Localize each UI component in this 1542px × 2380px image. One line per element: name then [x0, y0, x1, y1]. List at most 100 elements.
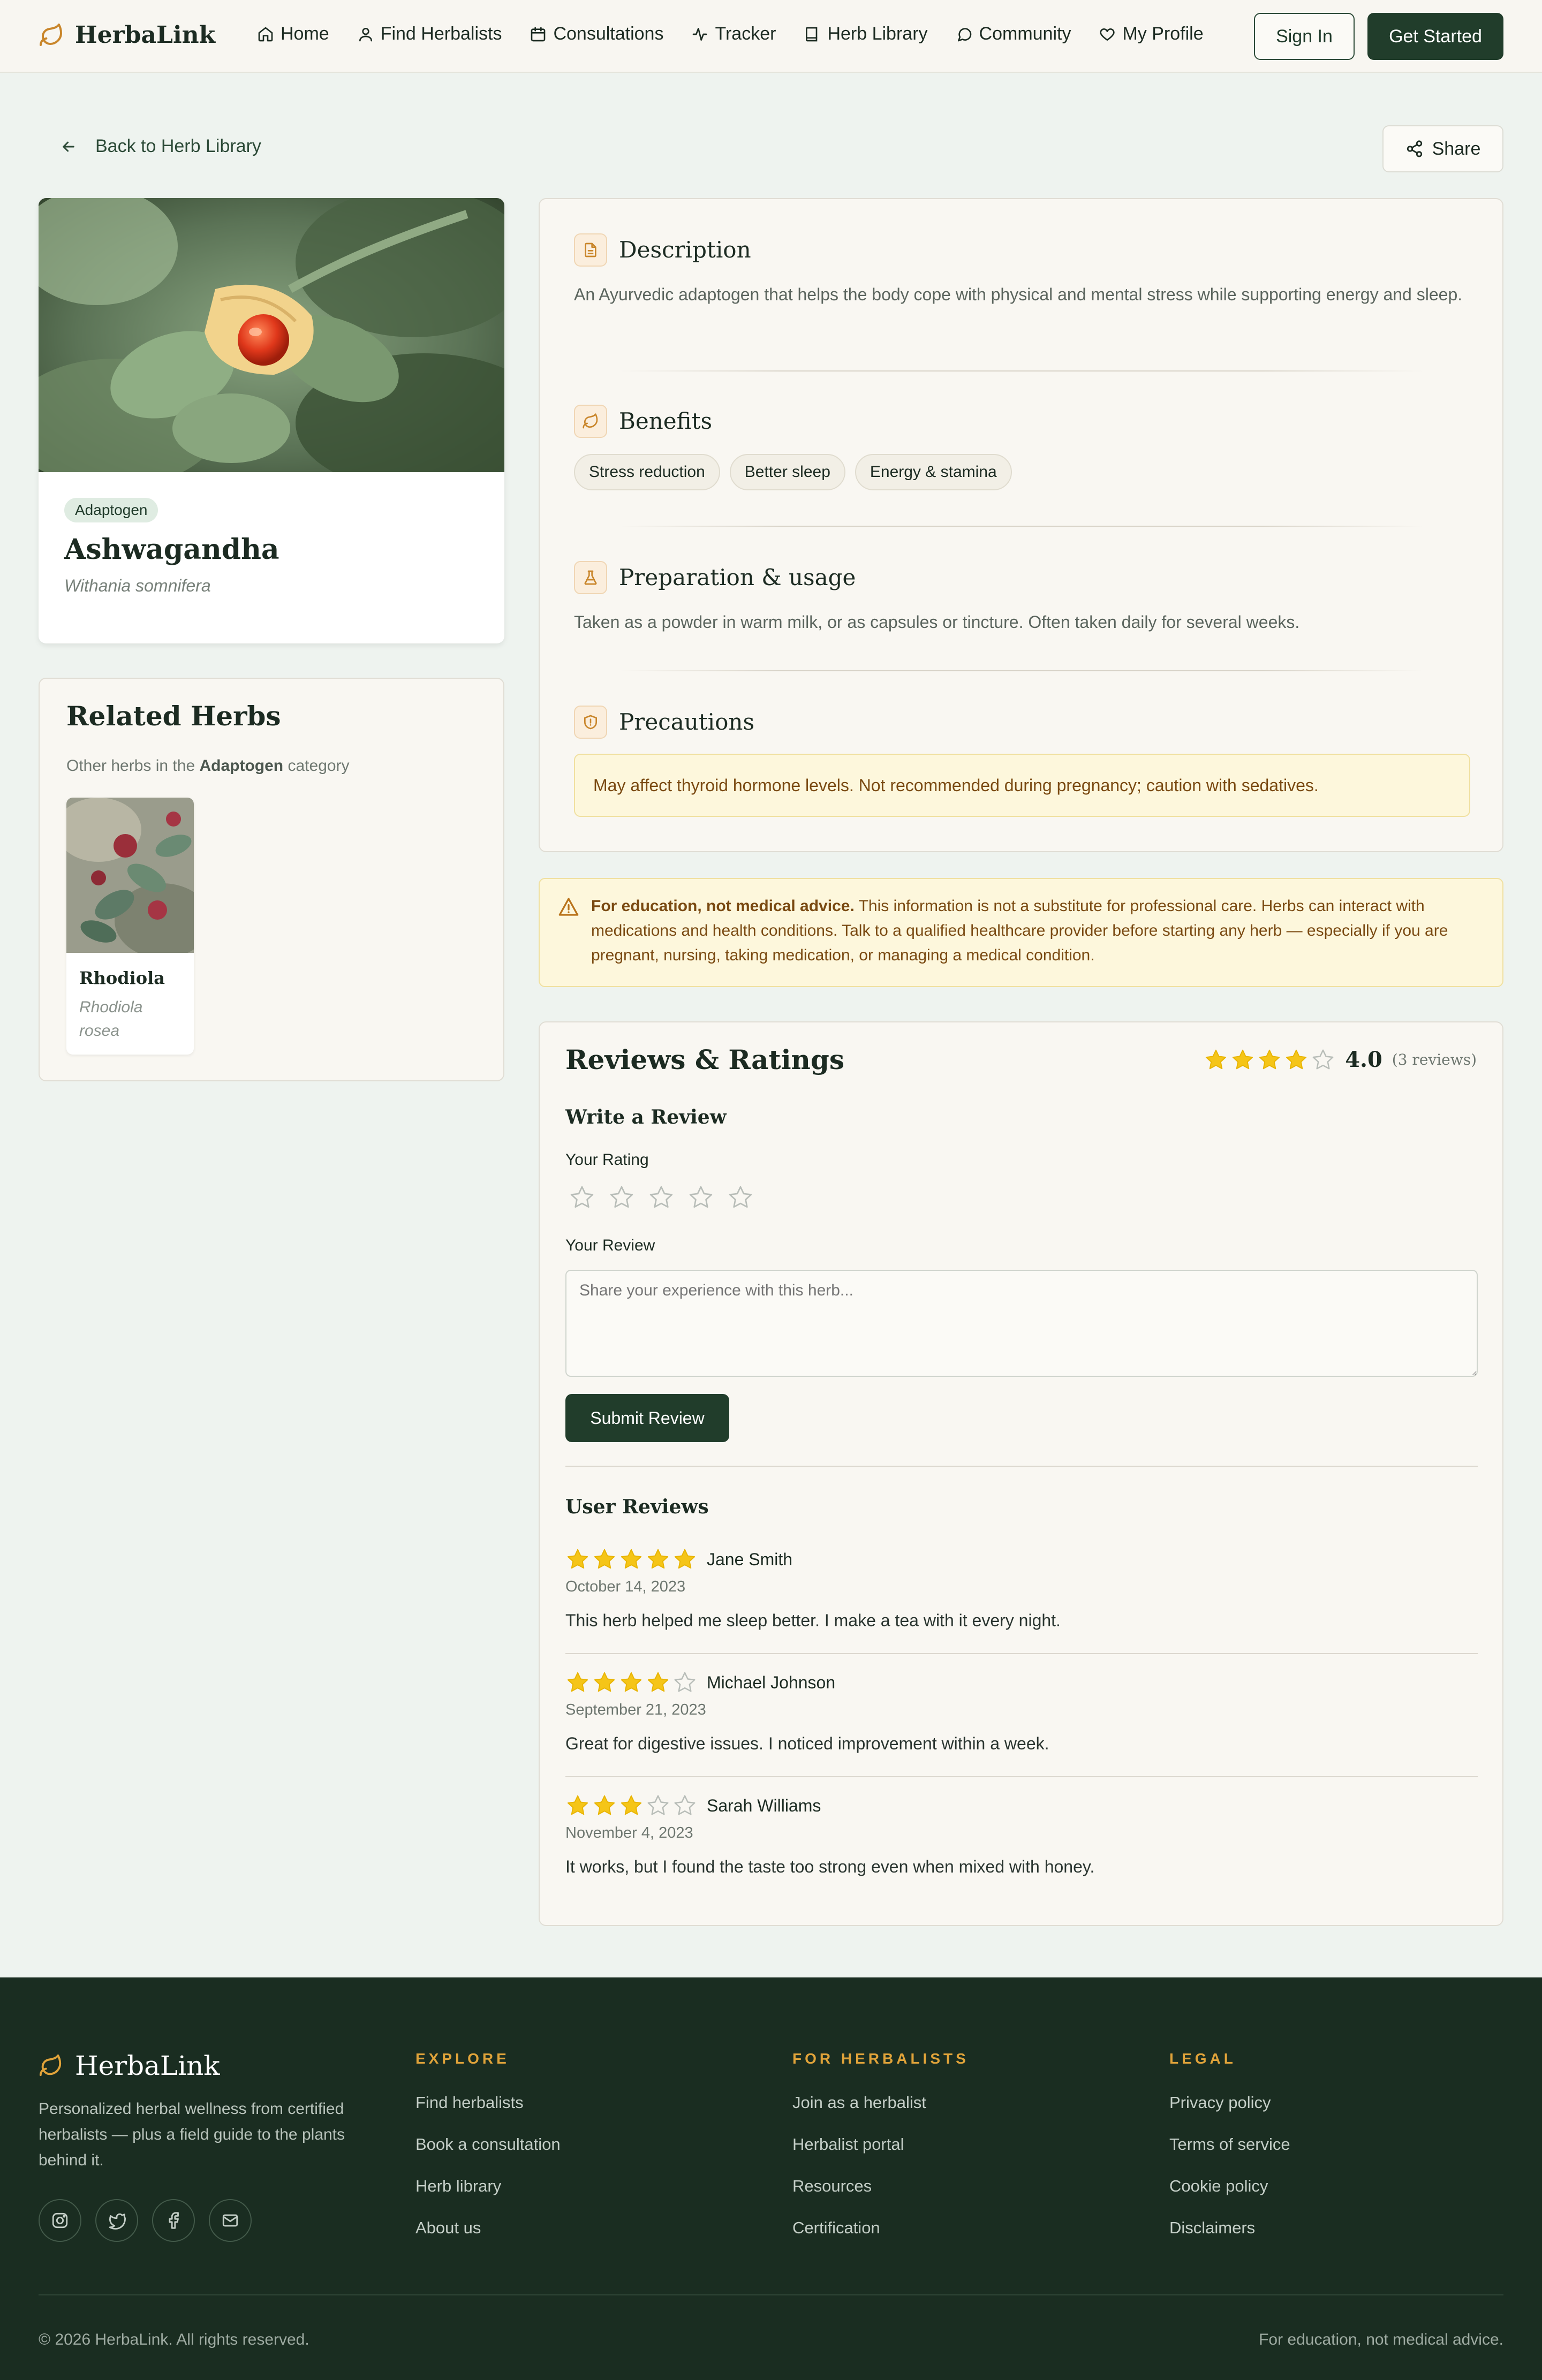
nav-find-herbalists-label: Find Herbalists — [380, 24, 502, 44]
review-author: Michael Johnson — [707, 1672, 836, 1692]
preparation-text: Taken as a powder in warm milk, or as ca… — [574, 612, 1300, 632]
star-filled-icon — [674, 1549, 696, 1569]
nav-tracker[interactable]: Tracker — [691, 24, 776, 44]
rating-input[interactable] — [569, 1184, 754, 1211]
twitter-link[interactable] — [95, 2199, 138, 2242]
review-date: September 21, 2023 — [565, 1701, 706, 1718]
nav-consultations[interactable]: Consultations — [530, 24, 663, 44]
divider — [565, 1776, 1478, 1777]
instagram-link[interactable] — [39, 2199, 81, 2242]
footer-link[interactable]: Disclaimers — [1169, 2218, 1290, 2238]
rating-star-icon[interactable] — [648, 1184, 675, 1211]
review-textarea[interactable] — [565, 1270, 1478, 1377]
facebook-link[interactable] — [152, 2199, 195, 2242]
star-filled-icon — [621, 1795, 642, 1815]
footer-column-for-herbalists: FOR HERBALISTS Join as a herbalist Herba… — [792, 2050, 969, 2238]
review-item: Michael Johnson September 21, 2023 Great… — [565, 1670, 1478, 1754]
star-filled-icon — [567, 1795, 588, 1815]
footer-column-title: FOR HERBALISTS — [792, 2050, 969, 2067]
footer-description: Personalized herbal wellness from certif… — [39, 2100, 345, 2169]
footer-link[interactable]: Resources — [792, 2177, 969, 2196]
activity-icon — [693, 27, 707, 41]
related-herbs-panel: Related Herbs Other herbs in the Adaptog… — [39, 678, 504, 1081]
nav-consultations-label: Consultations — [553, 24, 664, 44]
reviews-title: Reviews & Ratings — [565, 1044, 845, 1075]
divider — [620, 526, 1423, 527]
average-stars — [1204, 1048, 1335, 1072]
precautions-title: Precautions — [619, 709, 755, 735]
nav-community[interactable]: Community — [956, 24, 1071, 44]
footer-link[interactable]: Certification — [792, 2218, 969, 2238]
herb-card: Adaptogen Ashwagandha Withania somnifera — [39, 198, 504, 643]
star-filled-icon — [1233, 1049, 1253, 1069]
nav-home[interactable]: Home — [257, 24, 329, 44]
review-item: Sarah Williams November 4, 2023 It works… — [565, 1793, 1478, 1877]
footer-link[interactable]: Cookie policy — [1169, 2177, 1290, 2196]
description-title: Description — [619, 237, 751, 263]
related-subtitle-category: Adaptogen — [199, 757, 284, 775]
document-icon — [585, 242, 596, 257]
footer-link[interactable]: Terms of service — [1169, 2135, 1290, 2154]
benefit-chips: Stress reduction Better sleep Energy & s… — [574, 454, 1012, 490]
review-stars — [565, 1547, 697, 1572]
flask-icon — [584, 570, 597, 585]
footer-link[interactable]: Find herbalists — [415, 2093, 561, 2112]
share-label: Share — [1432, 138, 1481, 159]
home-icon — [258, 27, 273, 41]
preparation-title: Preparation & usage — [619, 564, 856, 590]
submit-review-button[interactable]: Submit Review — [565, 1394, 729, 1442]
star-filled-icon — [621, 1549, 642, 1569]
average-score: 4.0 — [1345, 1047, 1382, 1072]
description-text: An Ayurvedic adaptogen that helps the bo… — [574, 285, 1463, 304]
nav-my-profile-label: My Profile — [1122, 24, 1204, 44]
footer-link[interactable]: Herb library — [415, 2177, 561, 2196]
user-reviews-title: User Reviews — [565, 1496, 709, 1518]
share-button[interactable]: Share — [1382, 125, 1503, 172]
footer-logo[interactable]: HerbaLink — [39, 2050, 220, 2081]
nav-find-herbalists[interactable]: Find Herbalists — [357, 24, 502, 44]
leaf-icon — [39, 2054, 62, 2076]
footer-disclaimer: For education, not medical advice. — [1259, 2331, 1503, 2348]
sign-in-button[interactable]: Sign In — [1254, 13, 1355, 60]
book-icon — [806, 27, 818, 41]
get-started-button[interactable]: Get Started — [1367, 13, 1503, 60]
preparation-icon-box — [574, 561, 607, 594]
precaution-notice: May affect thyroid hormone levels. Not r… — [574, 754, 1470, 817]
review-item: Jane Smith October 14, 2023 This herb he… — [565, 1547, 1478, 1631]
review-text: This herb helped me sleep better. I make… — [565, 1611, 1061, 1630]
review-author: Jane Smith — [707, 1549, 793, 1569]
email-link[interactable] — [209, 2199, 252, 2242]
mail-icon — [222, 2214, 238, 2227]
related-subtitle-suffix: category — [288, 757, 350, 775]
review-stars — [565, 1670, 697, 1695]
copyright: © 2026 HerbaLink. All rights reserved. — [39, 2331, 309, 2348]
nav-herb-library[interactable]: Herb Library — [804, 24, 928, 44]
nav-herb-library-label: Herb Library — [827, 24, 928, 44]
review-text: It works, but I found the taste too stro… — [565, 1857, 1095, 1876]
footer-link[interactable]: Book a consultation — [415, 2135, 561, 2154]
brand-logo[interactable]: HerbaLink — [39, 21, 215, 49]
related-herb-card[interactable]: Rhodiola Rhodiola rosea — [66, 798, 194, 1055]
footer-link[interactable]: Join as a herbalist — [792, 2093, 969, 2112]
rating-summary: 4.0 (3 reviews) — [1204, 1047, 1477, 1072]
brand-name: HerbaLink — [75, 21, 216, 49]
footer-column-explore: EXPLORE Find herbalists Book a consultat… — [415, 2050, 561, 2238]
review-author: Sarah Williams — [707, 1795, 821, 1815]
rating-star-icon[interactable] — [687, 1184, 714, 1211]
shield-icon — [584, 715, 597, 730]
star-empty-icon — [1312, 1049, 1334, 1070]
rating-star-icon[interactable] — [569, 1184, 595, 1211]
chat-icon — [957, 27, 971, 41]
back-to-herb-library-link[interactable]: Back to Herb Library — [60, 136, 261, 157]
rating-star-icon[interactable] — [608, 1184, 635, 1211]
rating-star-icon[interactable] — [727, 1184, 754, 1211]
nav-my-profile[interactable]: My Profile — [1099, 24, 1204, 44]
footer-link[interactable]: Privacy policy — [1169, 2093, 1290, 2112]
facebook-icon — [169, 2212, 179, 2229]
heart-icon — [1100, 28, 1115, 41]
your-rating-label: Your Rating — [565, 1151, 649, 1169]
footer-link[interactable]: Herbalist portal — [792, 2135, 969, 2154]
write-review-title: Write a Review — [565, 1106, 727, 1128]
footer-link[interactable]: About us — [415, 2218, 561, 2238]
reviews-panel: Reviews & Ratings 4.0 (3 reviews) Write … — [539, 1021, 1503, 1926]
